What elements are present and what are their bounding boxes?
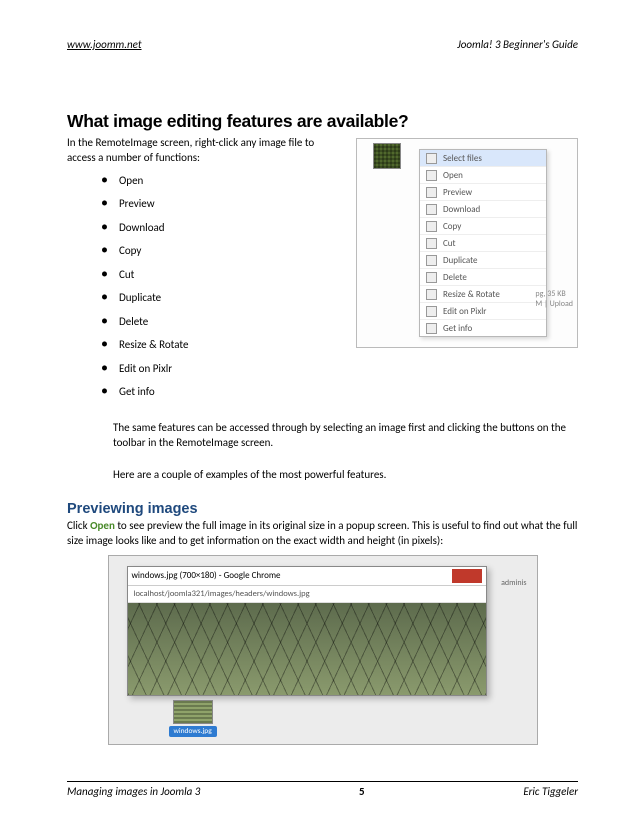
copy-icon [426,221,437,232]
delete-icon [426,272,437,283]
select-files-icon [426,153,437,164]
context-menu-item[interactable]: Cut [420,235,546,252]
popup-preview-figure: windows.jpg (700×180) - Google Chrome lo… [108,555,538,745]
intro-paragraph: In the RemoteImage screen, right-click a… [67,136,327,166]
context-menu-item[interactable]: Open [420,167,546,184]
preview-icon [426,187,437,198]
open-icon [426,170,437,181]
list-item: Open [101,174,188,187]
context-menu-item[interactable]: Delete [420,269,546,286]
open-label: Open [90,519,115,532]
thumbnail-icon [373,143,401,169]
duplicate-icon [426,255,437,266]
context-menu: Select files Open Preview Download Copy … [419,149,547,337]
list-item: Delete [101,315,188,328]
figure-side-text: pg, 35 KB M | Upload [535,289,573,309]
context-menu-item[interactable]: Select files [420,150,546,167]
address-bar[interactable]: localhost/joomla321/images/headers/windo… [128,586,486,603]
feature-list: Open Preview Download Copy Cut Duplicate… [101,172,188,409]
page-number: 5 [359,785,365,798]
page-header: www.joomm.net Joomla! 3 Beginner's Guide [67,38,578,51]
list-item: Cut [101,268,188,281]
list-item: Get info [101,385,188,398]
list-item: Download [101,221,188,234]
footer-author: Eric Tiggeler [523,785,578,798]
info-icon [426,323,437,334]
context-menu-item[interactable]: Duplicate [420,252,546,269]
close-icon[interactable] [452,569,482,583]
list-item: Edit on Pixlr [101,362,188,375]
list-item: Copy [101,244,188,257]
pixlr-icon [426,306,437,317]
preview-paragraph: Click Open to see preview the full image… [67,519,578,549]
context-menu-item[interactable]: Preview [420,184,546,201]
footer-left: Managing images in Joomla 3 [67,785,200,798]
context-menu-item[interactable]: Get info [420,320,546,336]
section-heading-features: What image editing features are availabl… [67,111,578,132]
list-item: Resize & Rotate [101,338,188,351]
context-menu-item[interactable]: Resize & Rotate [420,286,546,303]
context-menu-item[interactable]: Copy [420,218,546,235]
side-label: adminis [501,578,526,588]
context-menu-item[interactable]: Download [420,201,546,218]
context-menu-item[interactable]: Edit on Pixlr [420,303,546,320]
note-paragraph-2: Here are a couple of examples of the mos… [113,468,578,483]
thumbnail-label: windows.jpg [169,726,217,737]
thumbnail-icon [173,700,213,724]
preview-image [128,603,486,695]
resize-rotate-icon [426,289,437,300]
site-link[interactable]: www.joomm.net [67,38,142,51]
note-paragraph-1: The same features can be accessed throug… [113,421,578,451]
download-icon [426,204,437,215]
doc-title: Joomla! 3 Beginner's Guide [457,38,578,51]
cut-icon [426,238,437,249]
chrome-window: windows.jpg (700×180) - Google Chrome lo… [127,566,487,696]
background-thumbnail: windows.jpg [169,700,217,737]
page-footer: Managing images in Joomla 3 5 Eric Tigge… [67,781,578,798]
list-item: Preview [101,197,188,210]
section-heading-preview: Previewing images [67,501,578,517]
context-menu-figure: Select files Open Preview Download Copy … [356,138,578,348]
window-title: windows.jpg (700×180) - Google Chrome [132,570,281,581]
list-item: Duplicate [101,291,188,304]
